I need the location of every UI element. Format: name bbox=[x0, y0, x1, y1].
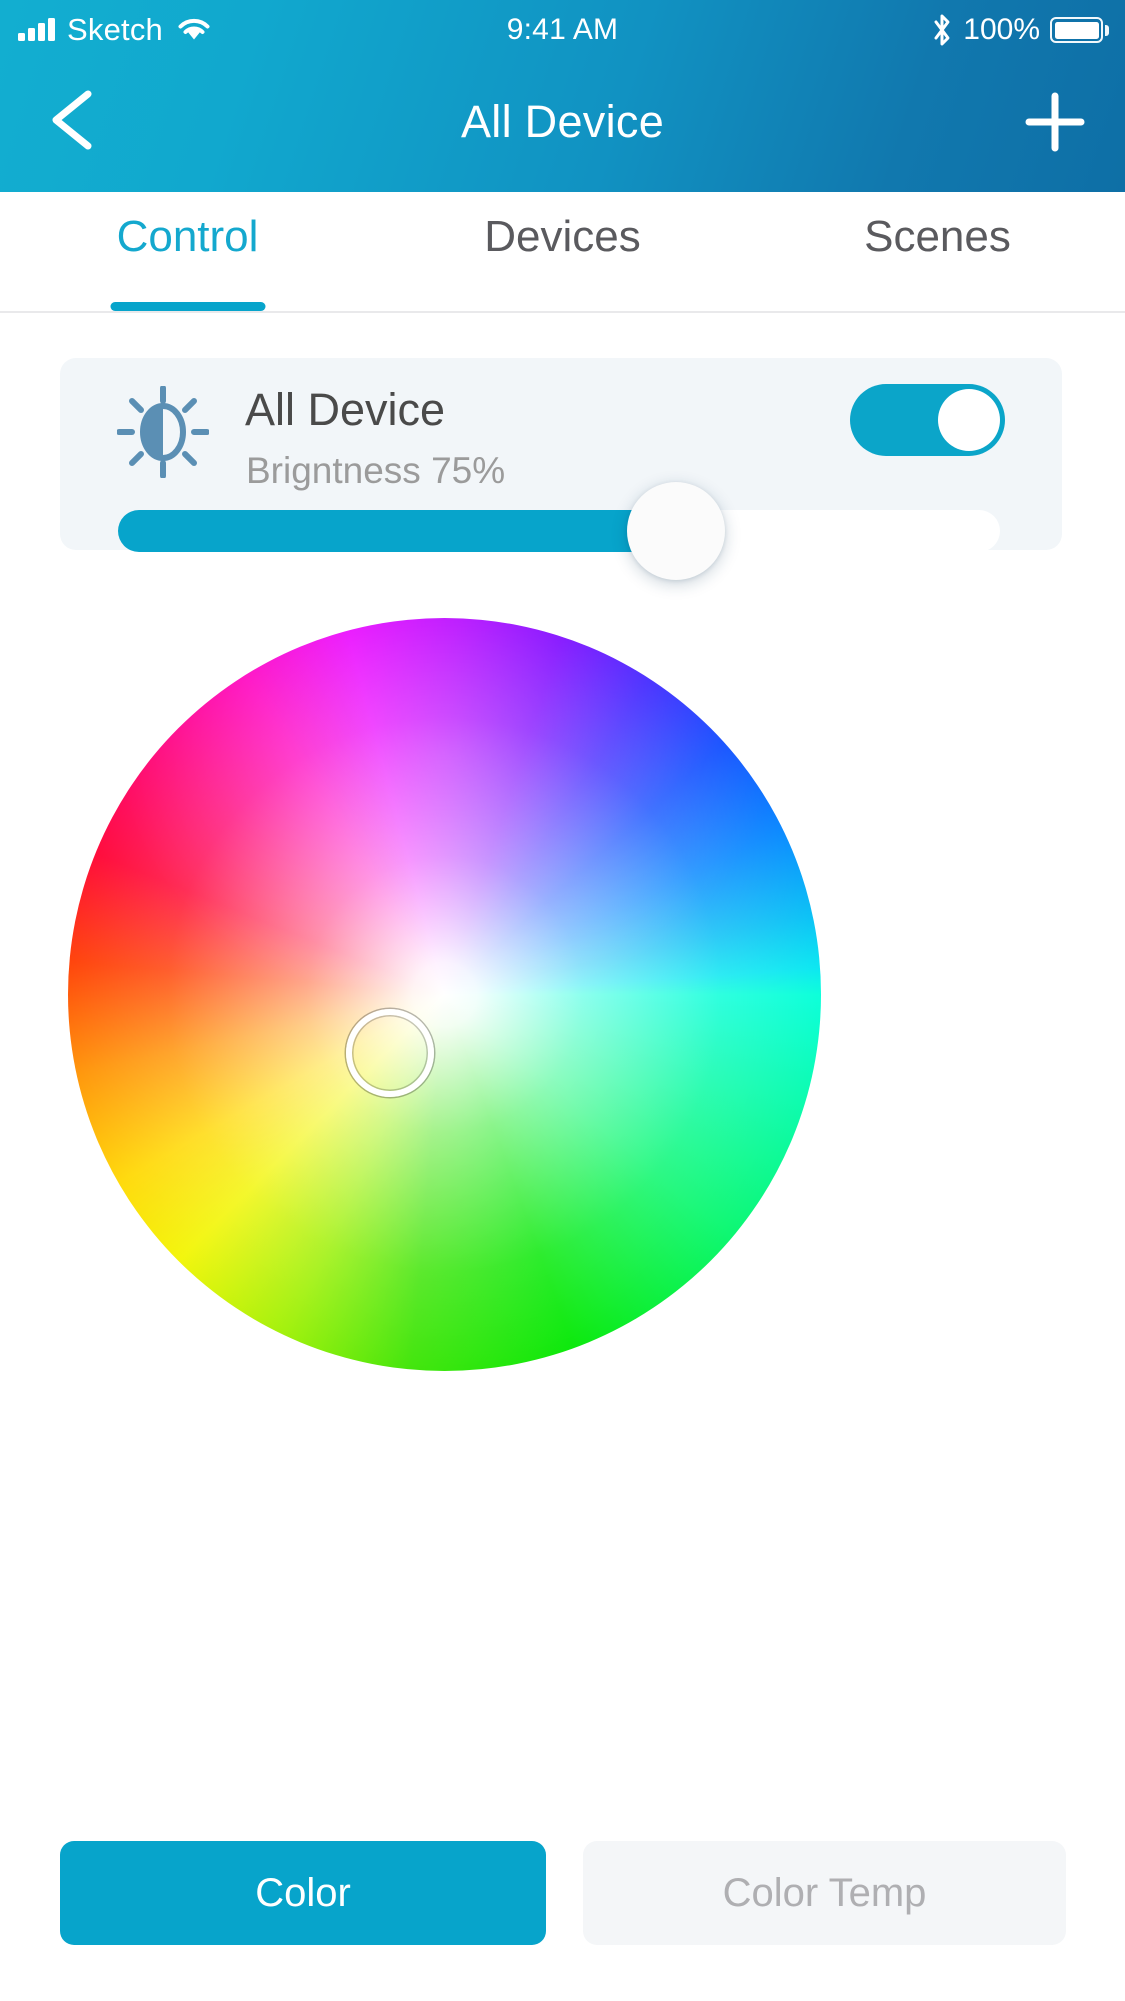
tab-bar: Control Devices Scenes bbox=[0, 192, 1125, 313]
slider-knob[interactable] bbox=[627, 482, 725, 580]
tab-devices[interactable]: Devices bbox=[375, 192, 750, 311]
color-wheel[interactable] bbox=[68, 618, 821, 1371]
card-brightness-label: Brigntness 75% bbox=[246, 450, 506, 491]
mode-button-group: Color Color Temp bbox=[0, 1841, 1125, 1953]
power-toggle-switch[interactable] bbox=[850, 384, 1005, 456]
color-selection-handle[interactable] bbox=[346, 1009, 434, 1097]
bluetooth-icon bbox=[934, 14, 950, 46]
color-mode-button[interactable]: Color bbox=[60, 1841, 546, 1945]
tab-devices-label: Devices bbox=[484, 212, 641, 261]
tab-scenes-label: Scenes bbox=[864, 212, 1011, 261]
tab-control[interactable]: Control bbox=[0, 192, 375, 311]
color-temp-mode-label: Color Temp bbox=[722, 1870, 927, 1915]
slider-fill bbox=[118, 510, 678, 552]
color-mode-label: Color bbox=[255, 1870, 351, 1915]
status-bar-right: 100% bbox=[931, 0, 1109, 60]
tab-active-indicator bbox=[110, 302, 265, 311]
back-button[interactable] bbox=[32, 82, 116, 158]
add-button[interactable] bbox=[1015, 84, 1095, 160]
plus-icon bbox=[1025, 92, 1085, 152]
battery-icon bbox=[1050, 17, 1109, 43]
chevron-left-icon bbox=[52, 90, 92, 150]
battery-percent-label: 100% bbox=[963, 13, 1040, 46]
status-bar: Sketch 9:41 AM 100% bbox=[0, 0, 1125, 60]
brightness-sun-icon bbox=[117, 386, 209, 478]
brightness-card: All Device Brigntness 75% bbox=[60, 358, 1062, 580]
color-temp-mode-button[interactable]: Color Temp bbox=[583, 1841, 1066, 1945]
toggle-knob bbox=[938, 389, 1000, 451]
tab-control-label: Control bbox=[116, 212, 259, 261]
page-title: All Device bbox=[460, 96, 665, 147]
card-device-name: All Device bbox=[245, 384, 446, 435]
tab-scenes[interactable]: Scenes bbox=[750, 192, 1125, 311]
brightness-slider[interactable] bbox=[118, 482, 1000, 580]
